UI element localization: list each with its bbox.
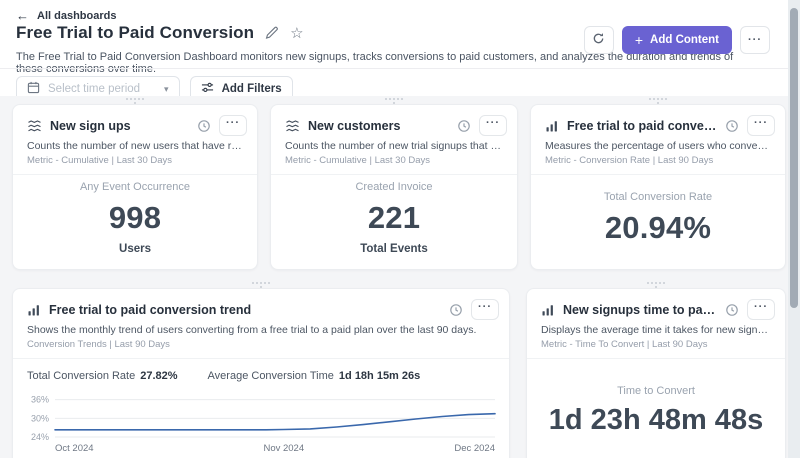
card-time-to-convert: New signups time to paid conver... ··· D… — [526, 282, 786, 458]
calendar-icon — [27, 81, 40, 97]
scrollbar-thumb[interactable] — [790, 8, 798, 308]
card-description: Counts the number of new trial signups t… — [285, 140, 503, 152]
drag-handle[interactable] — [252, 282, 270, 288]
dashboard-header: ← All dashboards Free Trial to Paid Conv… — [0, 0, 788, 102]
svg-text:24%: 24% — [31, 432, 49, 442]
trend-chart-svg: 24% 30% 36% Oct 2024 Nov 2024 Dec 2024 — [31, 395, 496, 454]
chevron-down-icon: ▾ — [164, 83, 169, 94]
card-meta: Conversion Trends | Last 90 Days — [27, 339, 170, 350]
add-filters-label: Add Filters — [221, 83, 282, 95]
drag-handle[interactable] — [385, 98, 403, 104]
metric-label: Time to Convert — [617, 385, 695, 397]
drag-handle[interactable] — [649, 98, 667, 104]
svg-text:Dec 2024: Dec 2024 — [454, 443, 495, 453]
drag-handle[interactable] — [126, 98, 144, 104]
card-title: Free trial to paid conversion — [567, 118, 717, 133]
metric-value: 998 — [108, 200, 162, 235]
card-title: New sign ups — [50, 118, 131, 133]
stat-value: 1d 18h 15m 26s — [338, 370, 421, 382]
dashboard-description: The Free Trial to Paid Conversion Dashbo… — [16, 51, 734, 75]
bar-chart-icon — [545, 119, 559, 133]
card-more-button[interactable]: ··· — [479, 115, 507, 136]
card-title: Free trial to paid conversion trend — [49, 302, 252, 317]
card-more-button[interactable]: ··· — [747, 299, 775, 320]
sliders-icon — [201, 81, 214, 97]
dashboard-canvas: New sign ups ··· Counts the number of ne… — [0, 96, 788, 458]
card-meta: Metric - Cumulative | Last 30 Days — [285, 155, 431, 166]
cumulative-metric-icon — [285, 119, 300, 133]
card-more-button[interactable]: ··· — [747, 115, 775, 136]
average-conversion-time-stat: Average Conversion Time 1d 18h 15m 26s — [208, 370, 421, 382]
plus-icon: + — [634, 32, 644, 48]
total-conversion-rate-stat: Total Conversion Rate 27.82% — [27, 370, 178, 382]
favorite-star-icon[interactable]: ☆ — [290, 26, 303, 41]
more-icon: ··· — [748, 33, 762, 46]
metric-label: Any Event Occurrence — [79, 181, 191, 193]
svg-text:Nov 2024: Nov 2024 — [263, 443, 304, 453]
page-title: Free Trial to Paid Conversion — [16, 23, 255, 42]
refresh-icon — [592, 32, 605, 48]
bar-chart-icon — [27, 303, 41, 317]
clock-icon[interactable] — [725, 119, 739, 133]
clock-icon[interactable] — [449, 303, 463, 317]
more-icon: ··· — [754, 301, 768, 313]
back-arrow-icon: ← — [16, 8, 29, 23]
svg-text:30%: 30% — [31, 413, 49, 423]
time-period-placeholder: Select time period — [48, 83, 141, 95]
card-meta: Metric - Cumulative | Last 30 Days — [27, 155, 173, 166]
back-link[interactable]: ← All dashboards — [16, 9, 116, 22]
metric-value: 20.94% — [604, 209, 712, 245]
clock-icon[interactable] — [197, 119, 211, 133]
add-content-label: Add Content — [650, 34, 719, 46]
card-description: Measures the percentage of users who con… — [545, 140, 771, 152]
stat-label: Average Conversion Time — [207, 370, 334, 382]
more-icon: ··· — [226, 117, 240, 129]
bar-chart-icon — [541, 303, 555, 317]
card-title: New customers — [308, 118, 401, 133]
card-free-trial-conversion: Free trial to paid conversion ··· Measur… — [530, 98, 786, 270]
card-conversion-trend: Free trial to paid conversion trend ··· … — [12, 282, 510, 458]
metric-value: 1d 23h 48m 48s — [548, 404, 764, 436]
card-more-button[interactable]: ··· — [471, 299, 499, 320]
drag-handle[interactable] — [647, 282, 665, 288]
header-divider — [0, 68, 788, 69]
scrollbar-track[interactable] — [788, 0, 800, 458]
edit-title-icon[interactable] — [265, 26, 279, 40]
card-title: New signups time to paid conver... — [563, 302, 717, 317]
metric-value: 221 — [367, 200, 421, 235]
metric-sub-label: Total Events — [360, 243, 428, 255]
more-icon: ··· — [478, 301, 492, 313]
metric-label: Created Invoice — [355, 181, 433, 193]
card-description: Shows the monthly trend of users convert… — [27, 324, 477, 336]
back-label: All dashboards — [37, 9, 117, 22]
dashboard-more-button[interactable]: ··· — [740, 26, 770, 54]
svg-text:Oct 2024: Oct 2024 — [55, 443, 94, 453]
card-meta: Metric - Conversion Rate | Last 90 Days — [545, 155, 714, 166]
card-description: Displays the average time it takes for n… — [541, 324, 771, 336]
card-divider — [13, 358, 509, 359]
more-icon: ··· — [486, 117, 500, 129]
clock-icon[interactable] — [457, 119, 471, 133]
metric-sub-label: Users — [119, 243, 151, 255]
add-content-button[interactable]: + Add Content — [621, 26, 732, 54]
card-new-sign-ups: New sign ups ··· Counts the number of ne… — [12, 98, 258, 270]
refresh-button[interactable] — [583, 26, 614, 54]
card-description: Counts the number of new users that have… — [27, 140, 243, 152]
stat-label: Total Conversion Rate — [27, 370, 136, 382]
clock-icon[interactable] — [725, 303, 739, 317]
card-more-button[interactable]: ··· — [219, 115, 247, 136]
card-new-customers: New customers ··· Counts the number of n… — [270, 98, 518, 270]
trend-chart[interactable]: 24% 30% 36% Oct 2024 Nov 2024 Dec 2024 — [21, 389, 501, 458]
cumulative-metric-icon — [27, 119, 42, 133]
stat-value: 27.82% — [140, 370, 178, 382]
svg-text:36%: 36% — [31, 395, 49, 405]
more-icon: ··· — [754, 117, 768, 129]
metric-label: Total Conversion Rate — [603, 190, 713, 203]
card-meta: Metric - Time To Convert | Last 90 Days — [541, 339, 708, 350]
